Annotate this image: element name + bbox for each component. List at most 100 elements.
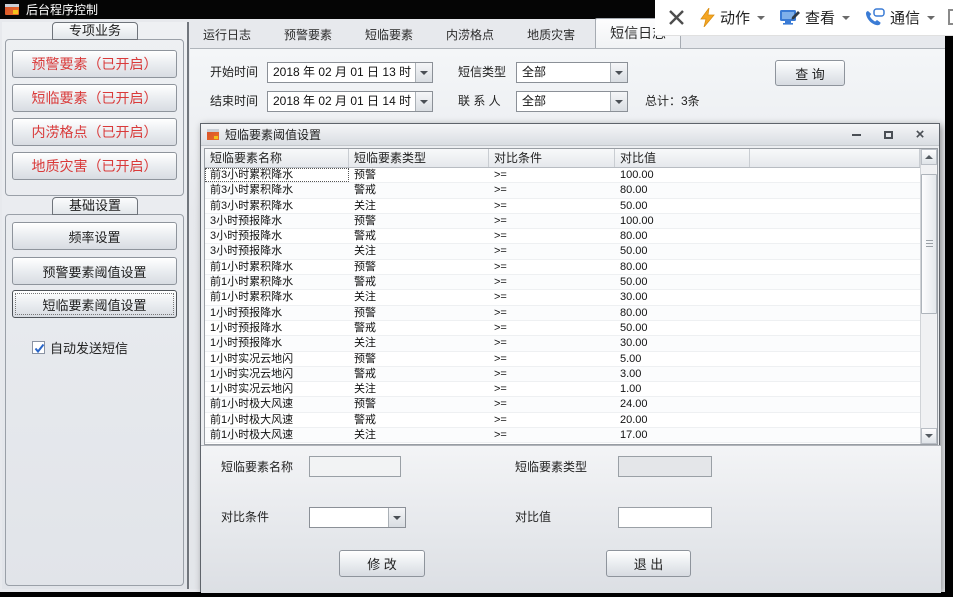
auto-sms-checkbox[interactable] <box>32 341 45 354</box>
screen: 后台程序控制 专项业务 预警要素（已开启）短临要素（已开启）内涝格点（已开启）地… <box>0 0 953 597</box>
table-cell: >= <box>489 214 615 228</box>
table-cell: 预警 <box>349 306 489 320</box>
table-cell: 警戒 <box>349 229 489 243</box>
table-cell-empty <box>750 352 920 366</box>
form-condition-dropdown-button[interactable] <box>388 508 405 527</box>
table-cell: 17.00 <box>615 428 750 442</box>
start-time-dropdown-button[interactable] <box>415 63 432 82</box>
table-cell: 预警 <box>349 260 489 274</box>
sidebar-button-special-4[interactable]: 地质灾害（已开启） <box>12 152 177 180</box>
table-cell: >= <box>489 413 615 427</box>
header-name[interactable]: 短临要素名称 <box>205 149 349 167</box>
table-cell: 前1小时累积降水 <box>205 290 349 304</box>
table-cell: 关注 <box>349 199 489 213</box>
table-row[interactable]: 前3小时累积降水警戒>=80.00 <box>205 183 920 198</box>
table-row[interactable]: 前1小时极大风速警戒>=20.00 <box>205 413 920 428</box>
table-row[interactable]: 1小时实况云地闪预警>=5.00 <box>205 352 920 367</box>
sidebar-button-basic-1[interactable]: 频率设置 <box>12 222 177 250</box>
table-cell: 3小时预报降水 <box>205 214 349 228</box>
header-condition[interactable]: 对比条件 <box>489 149 615 167</box>
scroll-up-button[interactable] <box>921 149 937 165</box>
toolbar-action-menu[interactable]: 动作 <box>700 7 765 28</box>
table-row[interactable]: 前1小时累积降水预警>=80.00 <box>205 260 920 275</box>
form-type-input[interactable] <box>618 456 712 477</box>
toolbar-close-button[interactable] <box>667 8 686 27</box>
auto-sms-row: 自动发送短信 <box>32 338 128 357</box>
table-row[interactable]: 3小时预报降水预警>=100.00 <box>205 214 920 229</box>
table-row[interactable]: 1小时实况云地闪关注>=1.00 <box>205 382 920 397</box>
scrollbar-grip <box>926 240 933 248</box>
auto-sms-label: 自动发送短信 <box>50 338 128 357</box>
table-cell: 关注 <box>349 244 489 258</box>
end-time-combo[interactable]: 2018 年 02 月 01 日 14 时 <box>267 91 433 112</box>
table-cell: >= <box>489 244 615 258</box>
sidebar: 专项业务 预警要素（已开启）短临要素（已开启）内涝格点（已开启）地质灾害（已开启… <box>2 22 187 589</box>
tab-1[interactable]: 运行日志 <box>190 22 264 48</box>
tab-3[interactable]: 短临要素 <box>352 22 426 48</box>
tab-2[interactable]: 预警要素 <box>271 22 345 48</box>
sms-type-combo[interactable]: 全部 <box>516 62 628 83</box>
table-row[interactable]: 1小时预报降水关注>=30.00 <box>205 336 920 351</box>
table-row[interactable]: 1小时实况云地闪警戒>=3.00 <box>205 367 920 382</box>
table-row[interactable]: 前1小时极大风速关注>=17.00 <box>205 428 920 443</box>
total-count-text: 总计：3条 <box>645 91 700 112</box>
exit-button[interactable]: 退 出 <box>606 550 691 577</box>
modify-button[interactable]: 修 改 <box>339 550 425 577</box>
sidebar-button-special-1[interactable]: 预警要素（已开启） <box>12 50 177 78</box>
toolbar-comm-menu[interactable]: 通信 <box>864 7 935 28</box>
vertical-scrollbar[interactable] <box>920 149 937 444</box>
close-x-icon <box>667 8 686 27</box>
sidebar-button-special-2[interactable]: 短临要素（已开启） <box>12 84 177 112</box>
start-time-combo[interactable]: 2018 年 02 月 01 日 13 时 <box>267 62 433 83</box>
form-type-label: 短临要素类型 <box>515 457 587 478</box>
chevron-down-icon <box>757 16 765 20</box>
contact-value: 全部 <box>517 92 610 111</box>
remote-toolbar: 动作 查看 通信 <box>655 0 953 36</box>
form-name-input[interactable] <box>309 456 401 477</box>
table-cell: 关注 <box>349 382 489 396</box>
table-header: 短临要素名称 短临要素类型 对比条件 对比值 <box>205 149 920 168</box>
table-row[interactable]: 前1小时累积降水关注>=30.00 <box>205 290 920 305</box>
sidebar-button-basic-2[interactable]: 预警要素阈值设置 <box>12 257 177 285</box>
contact-combo[interactable]: 全部 <box>516 91 628 112</box>
query-button[interactable]: 查 询 <box>775 60 845 86</box>
table-row[interactable]: 3小时预报降水关注>=50.00 <box>205 244 920 259</box>
tab-4[interactable]: 内涝格点 <box>433 22 507 48</box>
sidebar-button-basic-3[interactable]: 短临要素阈值设置 <box>12 290 177 318</box>
monitor-icon <box>779 8 800 27</box>
table-cell-empty <box>750 168 920 182</box>
table-cell: >= <box>489 428 615 442</box>
form-condition-value <box>310 508 388 527</box>
chevron-down-icon <box>615 71 623 75</box>
scroll-down-button[interactable] <box>921 428 937 444</box>
end-time-dropdown-button[interactable] <box>415 92 432 111</box>
table-cell-empty <box>750 382 920 396</box>
maximize-button[interactable] <box>881 129 895 141</box>
chevron-down-icon <box>842 16 850 20</box>
table-row[interactable]: 前3小时累积降水预警>=100.00 <box>205 168 920 183</box>
table-cell: >= <box>489 183 615 197</box>
table-cell: 30.00 <box>615 336 750 350</box>
start-time-value: 2018 年 02 月 01 日 13 时 <box>268 63 415 82</box>
minimize-button[interactable] <box>849 129 863 141</box>
table-cell: >= <box>489 321 615 335</box>
table-row[interactable]: 1小时预报降水警戒>=50.00 <box>205 321 920 336</box>
form-value-input[interactable] <box>618 507 712 528</box>
table-row[interactable]: 前1小时累积降水警戒>=50.00 <box>205 275 920 290</box>
sms-type-dropdown-button[interactable] <box>610 63 627 82</box>
tab-5[interactable]: 地质灾害 <box>514 22 588 48</box>
table-row[interactable]: 3小时预报降水警戒>=80.00 <box>205 229 920 244</box>
header-type[interactable]: 短临要素类型 <box>349 149 489 167</box>
table-cell-empty <box>750 413 920 427</box>
table-row[interactable]: 1小时预报降水预警>=80.00 <box>205 306 920 321</box>
scrollbar-thumb[interactable] <box>921 174 937 314</box>
close-icon[interactable]: × <box>913 129 927 141</box>
header-value[interactable]: 对比值 <box>615 149 750 167</box>
sidebar-button-special-3[interactable]: 内涝格点（已开启） <box>12 118 177 146</box>
form-condition-combo[interactable] <box>309 507 406 528</box>
table-row[interactable]: 前1小时极大风速预警>=24.00 <box>205 397 920 412</box>
table-row[interactable]: 前3小时累积降水关注>=50.00 <box>205 199 920 214</box>
toolbar-view-menu[interactable]: 查看 <box>779 7 850 28</box>
table-cell-empty <box>750 306 920 320</box>
contact-dropdown-button[interactable] <box>610 92 627 111</box>
